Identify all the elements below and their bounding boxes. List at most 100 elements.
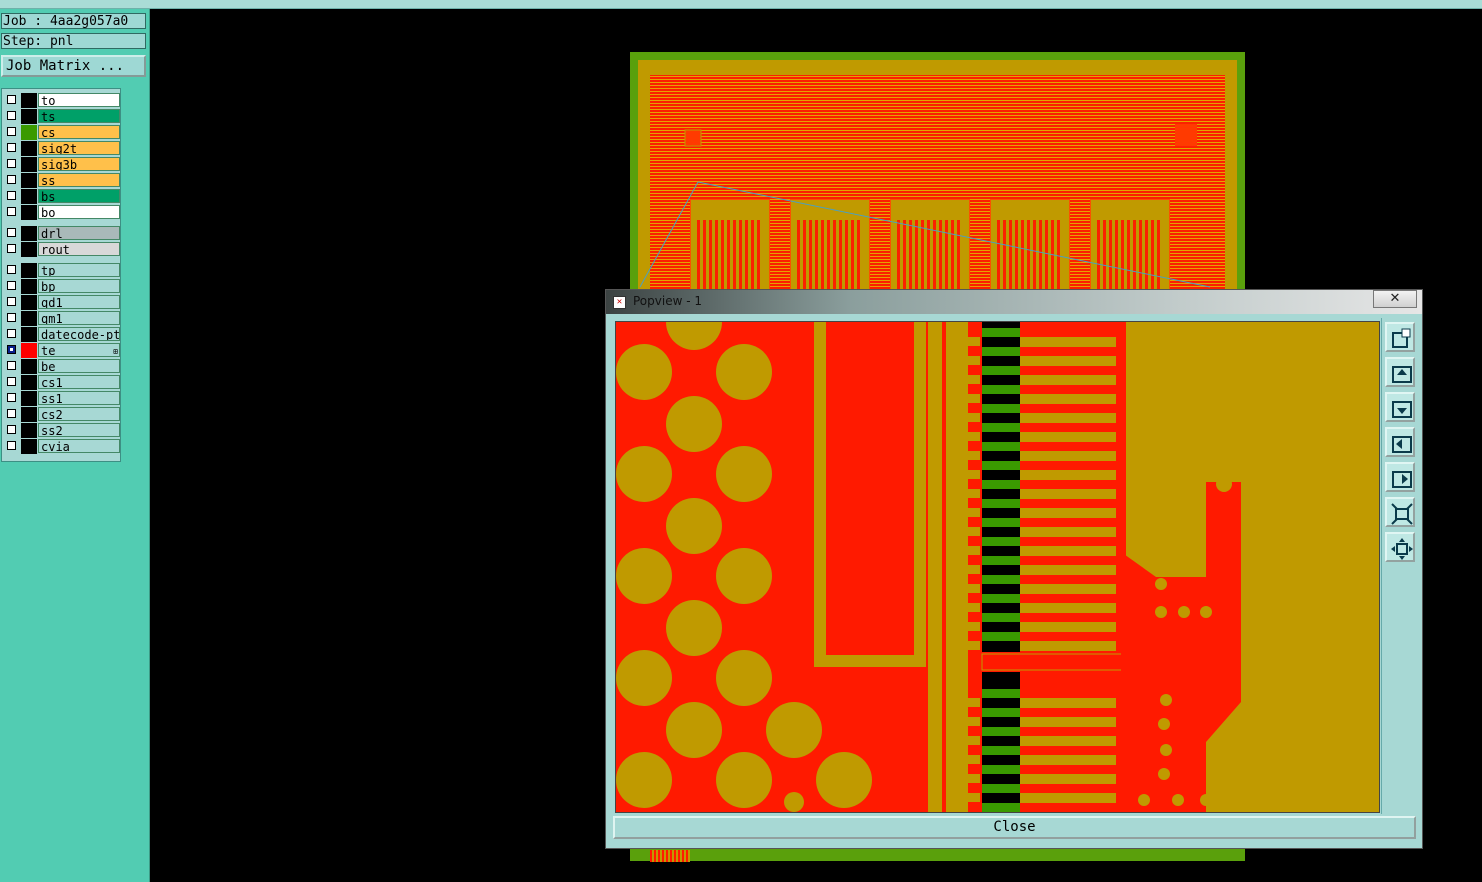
layer-row-tp[interactable]: tp (4, 263, 120, 278)
layer-row-ss2[interactable]: ss2 (4, 423, 120, 438)
layer-name[interactable]: cvia (38, 439, 120, 453)
layer-row-ss1[interactable]: ss1 (4, 391, 120, 406)
layer-color-swatch[interactable] (21, 439, 37, 454)
layer-row-cs[interactable]: cs (4, 125, 120, 140)
layer-color-swatch[interactable] (21, 407, 37, 422)
layer-name[interactable]: tp (38, 263, 120, 277)
layer-checkbox[interactable] (7, 265, 16, 274)
layer-name[interactable]: te ⊞ (38, 343, 120, 357)
layer-color-swatch[interactable] (21, 311, 37, 326)
layer-name[interactable]: bo (38, 205, 120, 219)
layer-checkbox[interactable] (7, 409, 16, 418)
layer-checkbox[interactable] (7, 127, 16, 136)
layer-name[interactable]: cs (38, 125, 120, 139)
layer-name[interactable]: bs (38, 189, 120, 203)
layer-row-cvia[interactable]: cvia (4, 439, 120, 454)
layer-row-drl[interactable]: drl (4, 226, 120, 241)
pcb-panel-board[interactable] (630, 52, 1245, 309)
pan-right-button[interactable] (1385, 462, 1415, 492)
window-close-button[interactable]: ✕ (1373, 290, 1417, 308)
layer-name[interactable]: bp (38, 279, 120, 293)
layer-color-swatch[interactable] (21, 189, 37, 204)
layer-name[interactable]: ss1 (38, 391, 120, 405)
layer-checkbox[interactable] (7, 345, 16, 354)
layer-name[interactable]: to (38, 93, 120, 107)
layer-name[interactable]: qm1 (38, 311, 120, 325)
layer-name[interactable]: qd1 (38, 295, 120, 309)
layer-color-swatch[interactable] (21, 343, 37, 358)
pan-left-button[interactable] (1385, 427, 1415, 457)
layer-checkbox[interactable] (7, 377, 16, 386)
layer-checkbox[interactable] (7, 175, 16, 184)
layer-name[interactable]: ss2 (38, 423, 120, 437)
layer-color-swatch[interactable] (21, 205, 37, 220)
layer-checkbox[interactable] (7, 329, 16, 338)
popview-graphic-canvas[interactable] (615, 321, 1380, 813)
layer-color-swatch[interactable] (21, 173, 37, 188)
layer-color-swatch[interactable] (21, 423, 37, 438)
layer-color-swatch[interactable] (21, 279, 37, 294)
layer-name[interactable]: drl (38, 226, 120, 240)
layer-color-swatch[interactable] (21, 359, 37, 374)
zoom-fit-button[interactable] (1385, 532, 1415, 562)
layer-color-swatch[interactable] (21, 327, 37, 342)
layer-color-swatch[interactable] (21, 109, 37, 124)
layer-row-te[interactable]: te ⊞ (4, 343, 120, 358)
layer-row-sig2t[interactable]: sig2t (4, 141, 120, 156)
layer-checkbox[interactable] (7, 361, 16, 370)
layer-name[interactable]: cs1 (38, 375, 120, 389)
layer-row-cs2[interactable]: cs2 (4, 407, 120, 422)
zoom-out-button[interactable] (1385, 497, 1415, 527)
layer-checkbox[interactable] (7, 425, 16, 434)
pan-down-button[interactable] (1385, 392, 1415, 422)
layer-name[interactable]: be (38, 359, 120, 373)
layer-row-qm1[interactable]: qm1 (4, 311, 120, 326)
layer-row-bs[interactable]: bs (4, 189, 120, 204)
layer-checkbox[interactable] (7, 95, 16, 104)
layer-checkbox[interactable] (7, 297, 16, 306)
layer-checkbox[interactable] (7, 281, 16, 290)
layer-row-rout[interactable]: rout (4, 242, 120, 257)
layer-checkbox[interactable] (7, 143, 16, 152)
layer-row-bp[interactable]: bp (4, 279, 120, 294)
layer-checkbox[interactable] (7, 207, 16, 216)
layer-checkbox[interactable] (7, 228, 16, 237)
layer-row-datecode-pte[interactable]: datecode-pte (4, 327, 120, 342)
layer-checkbox[interactable] (7, 393, 16, 402)
layer-row-qd1[interactable]: qd1 (4, 295, 120, 310)
layer-row-ts[interactable]: ts (4, 109, 120, 124)
layer-checkbox[interactable] (7, 159, 16, 168)
layer-color-swatch[interactable] (21, 226, 37, 241)
layer-name[interactable]: rout (38, 242, 120, 256)
layer-name[interactable]: ss (38, 173, 120, 187)
zoom-window-button[interactable] (1385, 322, 1415, 352)
layer-name[interactable]: cs2 (38, 407, 120, 421)
pan-up-button[interactable] (1385, 357, 1415, 387)
layer-color-swatch[interactable] (21, 93, 37, 108)
layer-checkbox[interactable] (7, 244, 16, 253)
layer-color-swatch[interactable] (21, 295, 37, 310)
layer-color-swatch[interactable] (21, 242, 37, 257)
layer-color-swatch[interactable] (21, 263, 37, 278)
layer-name[interactable]: sig3b (38, 157, 120, 171)
layer-color-swatch[interactable] (21, 157, 37, 172)
layer-color-swatch[interactable] (21, 391, 37, 406)
layer-name[interactable]: sig2t (38, 141, 120, 155)
layer-row-cs1[interactable]: cs1 (4, 375, 120, 390)
job-matrix-button[interactable]: Job Matrix ... (1, 55, 146, 77)
popview-titlebar[interactable]: ✕ Popview - 1 ✕ (606, 290, 1422, 314)
layer-row-bo[interactable]: bo (4, 205, 120, 220)
layer-row-be[interactable]: be (4, 359, 120, 374)
layer-row-to[interactable]: to (4, 93, 120, 108)
layer-color-swatch[interactable] (21, 141, 37, 156)
layer-color-swatch[interactable] (21, 125, 37, 140)
layer-checkbox[interactable] (7, 191, 16, 200)
close-button[interactable]: Close (613, 816, 1416, 839)
layer-name[interactable]: ts (38, 109, 120, 123)
layer-row-sig3b[interactable]: sig3b (4, 157, 120, 172)
layer-color-swatch[interactable] (21, 375, 37, 390)
layer-checkbox[interactable] (7, 313, 16, 322)
layer-checkbox[interactable] (7, 111, 16, 120)
layer-checkbox[interactable] (7, 441, 16, 450)
layer-row-ss[interactable]: ss (4, 173, 120, 188)
